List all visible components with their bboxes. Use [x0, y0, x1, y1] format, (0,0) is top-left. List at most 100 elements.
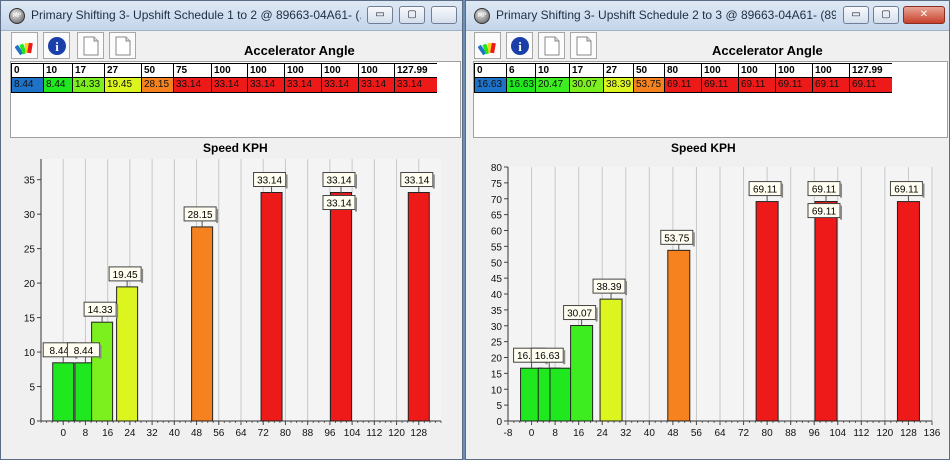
data-label-text: 8.44: [74, 346, 94, 357]
maximize-button[interactable]: ▢: [399, 6, 425, 24]
copy-document-button[interactable]: [570, 32, 597, 59]
value-cell[interactable]: 33.14: [321, 78, 358, 93]
value-cell[interactable]: 53.75: [633, 78, 664, 93]
x-tick-label: 112: [366, 428, 382, 439]
value-cell[interactable]: 38.39: [603, 78, 633, 93]
y-tick-label: 5: [29, 383, 35, 394]
accelerator-grid[interactable]: 0 6 10 17 27 50 80 100 100 100 100 127.99 16.63 16.6…: [473, 61, 948, 138]
value-cell[interactable]: 20.47: [535, 78, 569, 93]
value-cell[interactable]: 33.14: [284, 78, 321, 93]
value-cell[interactable]: 69.11: [664, 78, 701, 93]
header-cell: 100: [701, 63, 738, 78]
value-cell[interactable]: 30.07: [569, 78, 603, 93]
x-tick-label: 24: [124, 428, 136, 439]
data-label-shadow: [922, 183, 925, 198]
data-label-shadow: [840, 205, 842, 220]
info-button[interactable]: i: [43, 32, 70, 59]
close-button[interactable]: ✕: [903, 6, 945, 24]
x-tick-label: 96: [809, 428, 821, 439]
value-cell[interactable]: 33.14: [173, 78, 211, 93]
header-cell: 80: [664, 63, 701, 78]
minimize-button[interactable]: ▭: [843, 6, 869, 24]
app-logo-icon: MP: [474, 8, 490, 24]
header-cell: 10: [535, 63, 569, 78]
app-logo-icon: MP: [9, 8, 25, 24]
value-cell[interactable]: 69.11: [701, 78, 738, 93]
title-bar[interactable]: MP Primary Shifting 3- Upshift Schedule …: [1, 1, 462, 31]
data-label-text: 53.75: [664, 233, 689, 244]
maximize-button[interactable]: ▢: [873, 6, 899, 24]
y-tick-label: 30: [24, 210, 36, 221]
value-cell[interactable]: 8.44: [11, 78, 43, 93]
x-tick-label: 16: [102, 428, 114, 439]
x-tick-label: 112: [853, 428, 869, 439]
x-tick-label: 0: [60, 428, 66, 439]
accelerator-grid[interactable]: 0 10 17 27 50 75 100 100 100 100 100 127.99 8.44 8.4…: [10, 61, 461, 138]
header-cell: 100: [321, 63, 358, 78]
value-cell[interactable]: 69.11: [812, 78, 849, 93]
data-label-shadow: [692, 232, 695, 247]
restore-button[interactable]: [431, 6, 457, 24]
data-label-shadow: [840, 183, 842, 198]
data-label: 69.11: [807, 201, 842, 220]
value-cell[interactable]: 33.14: [211, 78, 247, 93]
bar: [260, 192, 283, 422]
data-label-shadow: [595, 307, 598, 322]
x-tick-label: 8: [83, 428, 89, 439]
header-cell: 27: [104, 63, 141, 78]
header-cell: 10: [43, 63, 72, 78]
value-cell[interactable]: 33.14: [394, 78, 437, 93]
title-bar[interactable]: MP Primary Shifting 3- Upshift Schedule …: [466, 1, 949, 31]
window-upshift-1-to-2[interactable]: MP Primary Shifting 3- Upshift Schedule …: [0, 0, 463, 460]
info-icon: i: [511, 37, 529, 55]
value-cell[interactable]: 33.14: [358, 78, 394, 93]
y-tick-label: 5: [496, 401, 502, 412]
value-cell[interactable]: 16.63: [506, 78, 535, 93]
info-icon: i: [48, 37, 66, 55]
speed-bar-chart: 05101520253035404550556065707580-8 0 8 16 24…: [491, 163, 941, 439]
y-tick-label: 35: [491, 306, 503, 317]
x-tick-label: 104: [829, 428, 846, 439]
y-tick-label: 10: [491, 385, 503, 396]
header-cell: 100: [211, 63, 247, 78]
minimize-button[interactable]: ▭: [367, 6, 393, 24]
palette-button[interactable]: [11, 32, 38, 59]
value-cell[interactable]: 16.63: [474, 78, 506, 93]
copy-document-icon: [576, 36, 592, 56]
y-tick-label: 25: [491, 338, 503, 349]
y-tick-label: 25: [24, 245, 36, 256]
data-label-shadow: [116, 304, 119, 319]
y-tick-label: 55: [491, 242, 503, 253]
data-label-text: 33.14: [326, 176, 351, 187]
y-tick-label: 30: [491, 322, 503, 333]
data-label-text: 28.15: [188, 210, 213, 221]
data-label-text: 33.14: [404, 176, 429, 187]
accelerator-angle-title: Accelerator Angle: [712, 43, 823, 58]
x-tick-label: 48: [191, 428, 203, 439]
window-upshift-2-to-3[interactable]: MP Primary Shifting 3- Upshift Schedule …: [465, 0, 950, 460]
data-label-shadow: [141, 268, 144, 283]
palette-button[interactable]: [474, 32, 501, 59]
x-tick-label: 136: [924, 428, 941, 439]
x-tick-label: 88: [302, 428, 314, 439]
new-document-button[interactable]: [538, 32, 565, 59]
info-button[interactable]: i: [506, 32, 533, 59]
header-cell: 100: [358, 63, 394, 78]
speed-chart-title: Speed KPH: [203, 141, 268, 155]
svg-text:i: i: [518, 39, 522, 54]
value-cell[interactable]: 19.45: [104, 78, 141, 93]
value-cell[interactable]: 69.11: [775, 78, 812, 93]
y-tick-label: 0: [496, 417, 502, 428]
value-cell[interactable]: 8.44: [43, 78, 72, 93]
value-cell[interactable]: 33.14: [247, 78, 284, 93]
value-cell[interactable]: 69.11: [738, 78, 775, 93]
value-cell[interactable]: 69.11: [849, 78, 892, 93]
value-cell[interactable]: 28.15: [141, 78, 173, 93]
new-document-button[interactable]: [77, 32, 104, 59]
value-cell[interactable]: 14.33: [72, 78, 104, 93]
header-cell: 6: [506, 63, 535, 78]
data-label-text: 69.11: [894, 185, 919, 196]
bar: [896, 201, 920, 422]
data-label-text: 19.45: [113, 270, 138, 281]
copy-document-button[interactable]: [109, 32, 136, 59]
